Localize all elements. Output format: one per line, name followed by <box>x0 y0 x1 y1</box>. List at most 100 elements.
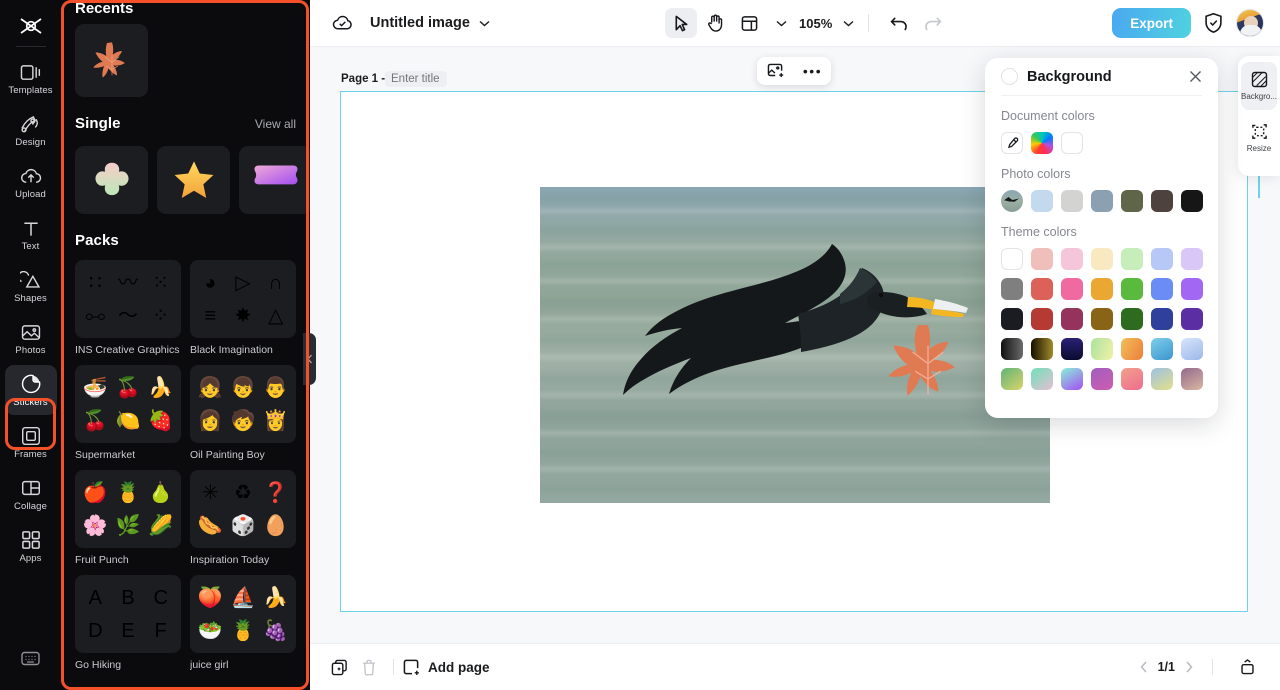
theme-color-swatch[interactable] <box>1031 338 1053 360</box>
sidebar-item-upload[interactable]: Upload <box>5 157 57 207</box>
right-item-background[interactable]: Backgro... <box>1241 62 1277 110</box>
duplicate-page-icon[interactable] <box>324 653 354 681</box>
single-sticker-star[interactable] <box>157 146 230 214</box>
shield-check-icon[interactable] <box>1203 12 1224 34</box>
sticker-pack[interactable]: 🍑 ⛵ 🍌 🥗 🍍 🍇 juice girl <box>190 575 296 671</box>
sidebar-item-photos[interactable]: Photos <box>5 313 57 363</box>
close-icon[interactable] <box>1189 70 1202 83</box>
theme-color-swatch[interactable] <box>1091 308 1113 330</box>
export-button[interactable]: Export <box>1112 8 1191 38</box>
sidebar-item-text[interactable]: Text <box>5 209 57 259</box>
photo-color-swatch[interactable] <box>1121 190 1143 212</box>
theme-color-swatch[interactable] <box>1061 308 1083 330</box>
theme-color-swatch[interactable] <box>1061 278 1083 300</box>
sidebar-item-stickers[interactable]: Stickers <box>4 365 57 415</box>
sidebar-item-collage[interactable]: Collage <box>5 469 57 519</box>
theme-color-swatch[interactable] <box>1181 278 1203 300</box>
theme-color-swatch[interactable] <box>1001 368 1023 390</box>
page-title-input[interactable] <box>385 71 447 87</box>
theme-color-swatch[interactable] <box>1031 248 1053 270</box>
hand-tool[interactable] <box>699 8 731 38</box>
add-page-button[interactable]: Add page <box>403 659 490 676</box>
grid-view-icon[interactable] <box>1232 653 1262 681</box>
keyboard-shortcuts-icon[interactable] <box>5 630 57 680</box>
sidebar-item-templates[interactable]: Templates <box>5 53 57 103</box>
theme-color-swatch[interactable] <box>1031 308 1053 330</box>
theme-color-swatch[interactable] <box>1061 248 1083 270</box>
rainbow-swatch[interactable] <box>1031 132 1053 154</box>
theme-color-swatch[interactable] <box>1031 368 1053 390</box>
sticker-pack[interactable]: ◕ ▷ ∩ ≡ ✸ △ Black Imagination <box>190 260 296 356</box>
theme-color-swatch[interactable] <box>1121 308 1143 330</box>
photo-color-swatch[interactable] <box>1181 190 1203 212</box>
redo-button[interactable] <box>917 8 949 38</box>
eyedropper-icon[interactable] <box>1001 132 1023 154</box>
theme-color-swatch[interactable] <box>1121 368 1143 390</box>
prev-page-chevron-left-icon[interactable] <box>1140 661 1148 673</box>
single-sticker-clover[interactable] <box>75 146 148 214</box>
theme-color-swatch[interactable] <box>1151 368 1173 390</box>
photo-color-swatch[interactable] <box>1031 190 1053 212</box>
zoom-chevron-down-icon[interactable] <box>843 20 854 27</box>
theme-color-swatch[interactable] <box>1091 368 1113 390</box>
sidebar-item-apps[interactable]: Apps <box>5 521 57 571</box>
sidebar-item-design[interactable]: Design <box>5 105 57 155</box>
theme-color-swatch[interactable] <box>1001 248 1023 270</box>
trash-icon[interactable] <box>354 653 384 681</box>
add-image-icon[interactable] <box>763 60 789 82</box>
theme-color-swatch[interactable] <box>1091 278 1113 300</box>
theme-color-swatch[interactable] <box>1121 278 1143 300</box>
sticker-pack[interactable]: ✳ ♻ ❓ 🌭 🎲 🥚 Inspiration Today <box>190 470 296 566</box>
theme-color-swatch[interactable] <box>1181 308 1203 330</box>
theme-color-swatch[interactable] <box>1031 278 1053 300</box>
capcut-logo-icon[interactable] <box>11 10 51 42</box>
document-title[interactable]: Untitled image <box>370 15 470 31</box>
theme-color-swatch[interactable] <box>1151 248 1173 270</box>
photo-element[interactable] <box>540 187 1050 503</box>
theme-color-swatch[interactable] <box>1091 338 1113 360</box>
photo-color-swatch[interactable] <box>1091 190 1113 212</box>
sidebar-item-frames[interactable]: Frames <box>5 417 57 467</box>
background-color-preview[interactable] <box>1001 68 1018 85</box>
maple-leaf-overlay[interactable] <box>883 320 973 402</box>
theme-color-swatch[interactable] <box>1151 308 1173 330</box>
theme-color-swatch[interactable] <box>1151 278 1173 300</box>
sticker-pack[interactable]: A B C D E F Go Hiking <box>75 575 181 671</box>
theme-color-swatch[interactable] <box>1121 248 1143 270</box>
theme-color-swatch[interactable] <box>1181 338 1203 360</box>
layout-chevron-down-icon[interactable] <box>776 20 787 27</box>
photo-color-swatch[interactable] <box>1151 190 1173 212</box>
sticker-pack[interactable]: 👧 👦 👨 👩 🧒 👸 Oil Painting Boy <box>190 365 296 461</box>
theme-color-swatch[interactable] <box>1001 338 1023 360</box>
theme-color-swatch[interactable] <box>1181 248 1203 270</box>
select-tool[interactable] <box>665 8 697 38</box>
theme-color-swatch[interactable] <box>1001 308 1023 330</box>
theme-color-swatch[interactable] <box>1061 338 1083 360</box>
recent-sticker-maple-leaf[interactable] <box>75 24 148 97</box>
user-avatar[interactable] <box>1236 9 1264 37</box>
layout-tool[interactable] <box>733 8 765 38</box>
sticker-pack[interactable]: 🍜 🍒 🍌 🍒 🍋 🍓 Supermarket <box>75 365 181 461</box>
panel-collapse-handle[interactable] <box>303 333 316 385</box>
sidebar-item-shapes[interactable]: Shapes <box>5 261 57 311</box>
sticker-pack[interactable]: ∷ 〰 ⁙ ⧟ 〜 ⁘ INS Creative Graphics <box>75 260 181 356</box>
theme-color-swatch[interactable] <box>1001 278 1023 300</box>
undo-button[interactable] <box>883 8 915 38</box>
photo-color-swatch[interactable] <box>1061 190 1083 212</box>
theme-color-swatch[interactable] <box>1181 368 1203 390</box>
theme-color-swatch[interactable] <box>1121 338 1143 360</box>
next-page-chevron-right-icon[interactable] <box>1185 661 1193 673</box>
source-photo-swatch[interactable] <box>1001 190 1023 212</box>
cloud-saved-icon[interactable] <box>332 15 353 32</box>
theme-color-swatch[interactable] <box>1151 338 1173 360</box>
sticker-pack[interactable]: 🍎 🍍 🍐 🌸 🌿 🌽 Fruit Punch <box>75 470 181 566</box>
zoom-level[interactable]: 105% <box>799 16 832 31</box>
white-swatch[interactable] <box>1061 132 1083 154</box>
more-options-icon[interactable]: ••• <box>800 60 826 82</box>
right-item-resize[interactable]: Resize <box>1241 114 1277 162</box>
single-sticker-gradient-blob[interactable] <box>239 146 310 214</box>
view-all-link[interactable]: View all <box>255 117 296 131</box>
document-title-chevron-down-icon[interactable] <box>479 20 490 27</box>
theme-color-swatch[interactable] <box>1091 248 1113 270</box>
theme-color-swatch[interactable] <box>1061 368 1083 390</box>
